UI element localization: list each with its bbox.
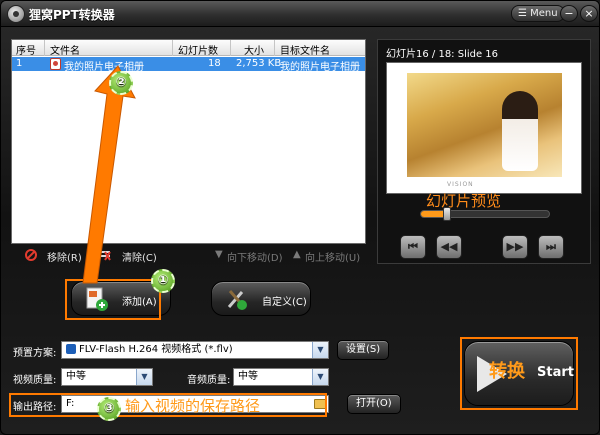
video-quality-select[interactable]: 中等 ▼ (61, 368, 153, 386)
file-list[interactable]: 序号 文件名 幻灯片数 大小 目标文件名 1 我的照片电子相册 18 2,753… (11, 39, 366, 244)
move-up-icon: ▲ (293, 249, 301, 260)
step-3-badge: ③ (97, 397, 121, 421)
customize-button[interactable]: 自定义(C) (211, 281, 311, 316)
tools-icon (227, 290, 247, 310)
move-down-icon: ▼ (215, 249, 223, 260)
column-header-target[interactable]: 目标文件名 (280, 42, 330, 57)
clear-icon (100, 251, 111, 261)
menu-button[interactable]: ☰ Menu (511, 5, 565, 22)
table-row[interactable]: 1 我的照片电子相册 18 2,753 KB 我的照片电子相册 (12, 57, 365, 73)
list-toolbar: 移除(R) 清除(C) ▼ 向下移动(D) ▲ 向上移动(U) (11, 244, 366, 268)
minimize-button[interactable]: − (560, 5, 578, 22)
audio-quality-value: 中等 (238, 371, 258, 382)
output-path-annotation: 输入视频的保存路径 (125, 397, 261, 415)
menu-label: Menu (530, 8, 558, 19)
skip-forward-icon: ⏭ (546, 240, 556, 253)
row-slides: 18 (208, 58, 221, 69)
video-quality-label: 视频质量: (13, 375, 57, 386)
photo-figure (502, 91, 538, 171)
preview-panel: 幻灯片16 / 18: Slide 16 VISION 幻灯片预览 ⏮ ◀◀ ▶… (377, 39, 591, 264)
seek-handle[interactable] (442, 207, 451, 221)
previous-slide-button[interactable]: ◀◀ (436, 235, 462, 259)
slide-photo (407, 73, 562, 177)
column-header-slides[interactable]: 幻灯片数 (178, 42, 218, 57)
move-up-button[interactable]: 向上移动(U) (305, 249, 360, 264)
list-header: 序号 文件名 幻灯片数 大小 目标文件名 (12, 40, 365, 57)
convert-annotation: 转换 (489, 361, 525, 382)
skip-back-icon: ⏮ (408, 240, 418, 253)
flv-format-icon (66, 344, 76, 354)
close-button[interactable]: × (580, 5, 598, 22)
first-slide-button[interactable]: ⏮ (400, 235, 426, 259)
remove-button[interactable]: 移除(R) (47, 249, 82, 264)
add-button-highlight (65, 279, 161, 320)
clear-button[interactable]: 清除(C) (122, 249, 157, 264)
preview-annotation: 幻灯片预览 (426, 192, 502, 210)
seek-slider[interactable] (420, 207, 550, 221)
rewind-icon: ◀◀ (440, 240, 458, 253)
preset-select[interactable]: FLV-Flash H.264 视频格式 (*.flv) ▼ (61, 341, 329, 359)
last-slide-button[interactable]: ⏭ (538, 235, 564, 259)
open-folder-button[interactable]: 打开(O) (347, 394, 401, 414)
audio-quality-label: 音频质量: (187, 375, 231, 386)
video-quality-value: 中等 (66, 371, 86, 382)
app-window: 狸窝PPT转换器 ☰ Menu − × 序号 文件名 幻灯片数 大小 目标文件名… (0, 0, 600, 435)
row-target: 我的照片电子相册 (280, 62, 360, 73)
column-header-index[interactable]: 序号 (16, 42, 36, 57)
chevron-down-icon: ▼ (136, 369, 152, 385)
row-filename: 我的照片电子相册 (64, 62, 144, 73)
ppt-file-icon (50, 58, 61, 70)
customize-button-label: 自定义(C) (262, 297, 307, 308)
app-title: 狸窝PPT转换器 (29, 8, 115, 22)
fast-forward-icon: ▶▶ (506, 240, 524, 253)
audio-quality-select[interactable]: 中等 ▼ (233, 368, 329, 386)
chevron-down-icon: ▼ (312, 342, 328, 358)
photo-caption: VISION (447, 181, 474, 188)
chevron-down-icon: ▼ (312, 369, 328, 385)
step-2-badge: ② (109, 71, 133, 95)
preset-value: FLV-Flash H.264 视频格式 (*.flv) (79, 344, 233, 355)
title-bar[interactable]: 狸窝PPT转换器 ☰ Menu − × (1, 1, 599, 27)
step-1-badge: ① (151, 269, 175, 293)
app-logo-icon (7, 5, 25, 23)
move-down-button[interactable]: 向下移动(D) (227, 249, 283, 264)
settings-button[interactable]: 设置(S) (337, 340, 390, 360)
preset-label: 预置方案: (13, 348, 57, 359)
row-index: 1 (16, 58, 23, 69)
slide-counter: 幻灯片16 / 18: Slide 16 (386, 49, 499, 60)
next-slide-button[interactable]: ▶▶ (502, 235, 528, 259)
row-size: 2,753 KB (236, 58, 282, 69)
menu-icon: ☰ (518, 8, 527, 19)
column-header-size[interactable]: 大小 (244, 42, 264, 57)
slide-preview-image: VISION (386, 62, 582, 194)
remove-icon (25, 249, 37, 261)
column-header-filename[interactable]: 文件名 (50, 42, 80, 57)
